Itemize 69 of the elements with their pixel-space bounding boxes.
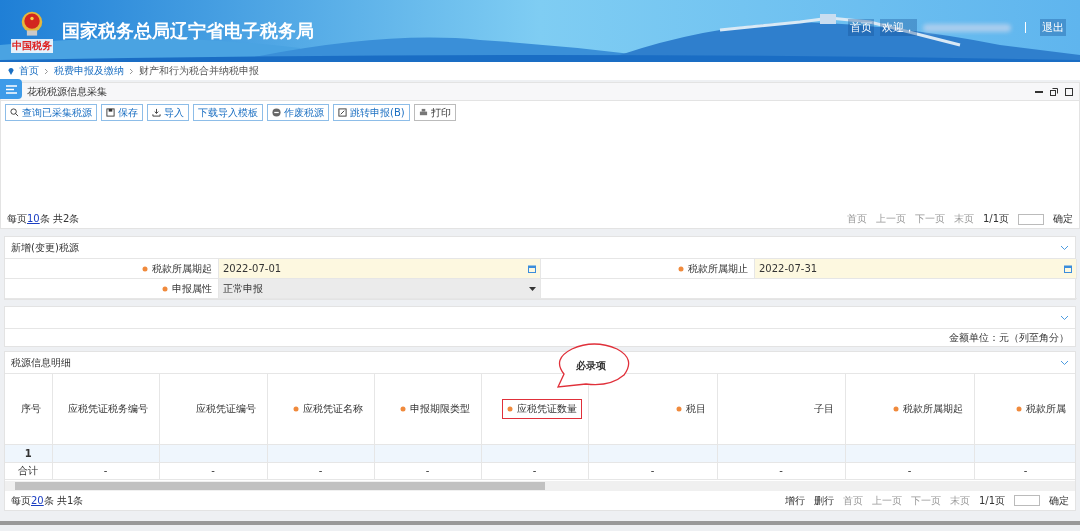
menu-icon <box>5 84 17 94</box>
confirm-link[interactable]: 确定 <box>1053 212 1073 226</box>
scrollbar-track[interactable] <box>5 480 1075 491</box>
field-label: 申报属性 <box>5 279 219 299</box>
field-label: 税款所属期起 <box>5 259 219 279</box>
page-size-link[interactable]: 10 <box>27 213 40 224</box>
toolbar-button[interactable]: 作废税源 <box>267 104 329 121</box>
caret-icon[interactable] <box>529 286 536 291</box>
page-count: 1/1页 <box>982 212 1009 226</box>
emblem-icon <box>20 9 44 39</box>
date-field[interactable]: 2022-07-31 <box>755 259 1077 279</box>
nav-link[interactable]: 首页 <box>848 19 874 36</box>
unit-note: 金额单位：元（列至角分） <box>949 330 1069 345</box>
page-size-text: 每页10条 共2条 <box>7 212 80 226</box>
nav-link[interactable]: 欢迎， <box>880 19 917 36</box>
page-count: 1/1页 <box>978 493 1005 508</box>
section-title: 新增(变更)税源 <box>11 240 79 255</box>
column-header: 子目 <box>812 401 835 416</box>
search-icon <box>10 108 19 117</box>
printer-icon <box>418 108 428 117</box>
column-header: 申报期限类型 <box>394 398 475 419</box>
confirm-link[interactable]: 确定 <box>1049 493 1069 508</box>
location-pin-icon <box>8 67 14 75</box>
chevron-down-icon[interactable] <box>1060 244 1069 251</box>
column-header: 税款所属期起 <box>887 398 968 419</box>
column-header: 应税凭证编号 <box>194 401 257 416</box>
breadcrumb-current: 财产和行为税合并纳税申报 <box>139 64 259 78</box>
pager-link[interactable]: 删行 <box>813 493 834 508</box>
toolbar-button[interactable]: 跳转申报(B) <box>333 104 410 121</box>
minus-circle-icon <box>272 108 281 117</box>
calendar-icon[interactable] <box>1064 264 1072 273</box>
page-size-text: 每页20条 共1条 <box>11 493 84 508</box>
breadcrumb-link[interactable]: 税费申报及缴纳 <box>54 64 124 78</box>
calendar-icon[interactable] <box>528 264 536 273</box>
chevron-down-icon[interactable] <box>1060 359 1069 366</box>
scrollbar-thumb[interactable] <box>15 481 545 490</box>
toolbar-button[interactable]: 保存 <box>101 104 143 121</box>
panel-title: 花税税源信息采集 <box>27 84 107 99</box>
section-title: 税源信息明细 <box>11 355 71 370</box>
column-header: 应税凭证税务编号 <box>66 401 149 416</box>
download-icon <box>152 108 161 117</box>
date-field[interactable]: 2022-07-01 <box>219 259 541 279</box>
chevron-down-icon[interactable] <box>1060 314 1069 321</box>
save-icon <box>106 108 115 117</box>
callout-text: 必录项 <box>576 359 606 373</box>
select-field[interactable]: 正常申报 <box>219 279 541 299</box>
page-input[interactable] <box>1014 495 1040 506</box>
field-label: 税款所属期止 <box>541 259 755 279</box>
menu-button[interactable] <box>0 79 22 99</box>
toolbar-button[interactable]: 打印 <box>413 104 456 121</box>
column-header: 序号 <box>19 401 42 416</box>
logout-link[interactable]: 退出 <box>1040 19 1066 36</box>
chevron-right-icon <box>44 67 49 75</box>
page-input[interactable] <box>1018 213 1044 225</box>
breadcrumb-link[interactable]: 首页 <box>19 64 39 78</box>
chevron-right-icon <box>129 67 134 75</box>
restore-icon[interactable] <box>1050 87 1058 96</box>
edit-icon <box>338 108 347 117</box>
pager-link[interactable]: 增行 <box>784 493 805 508</box>
page-size-link[interactable]: 20 <box>31 494 44 506</box>
column-header: 税目 <box>670 398 711 419</box>
column-header: 应税凭证名称 <box>287 398 368 419</box>
site-title: 国家税务总局辽宁省电子税务局 <box>62 19 314 43</box>
toolbar-button[interactable]: 查询已采集税源 <box>5 104 97 121</box>
toolbar-button[interactable]: 下载导入模板 <box>193 104 263 121</box>
maximize-icon[interactable] <box>1065 87 1073 96</box>
column-header: 税款所属 <box>1010 398 1071 419</box>
highlighted-column-header: 应税凭证数量 <box>501 398 582 419</box>
toolbar-button[interactable]: 导入 <box>147 104 189 121</box>
